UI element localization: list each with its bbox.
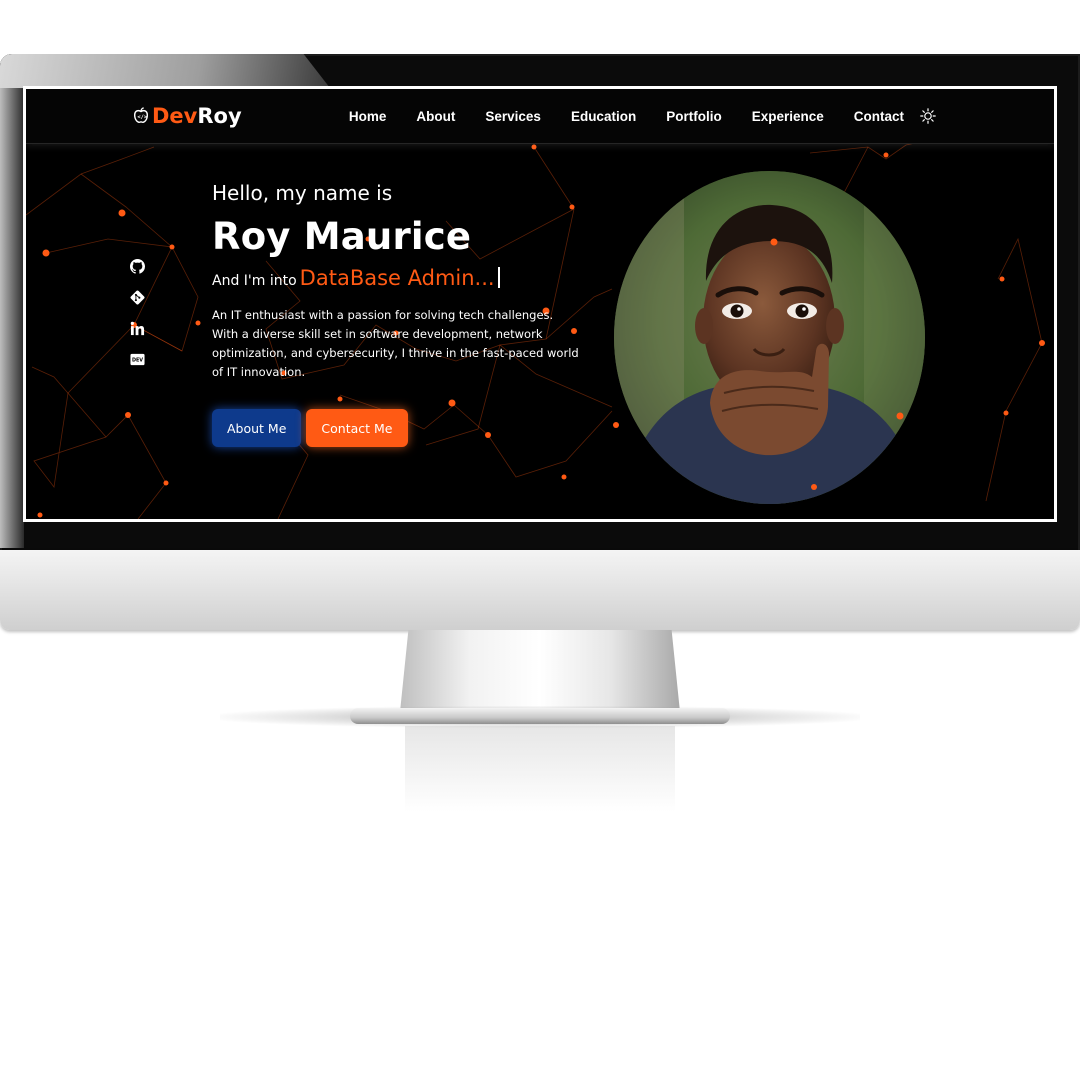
sun-icon[interactable] (920, 108, 936, 124)
monitor-stand-neck (400, 630, 680, 712)
social-links: DEV (130, 259, 145, 383)
bezel-side-glare (0, 88, 24, 548)
nav-link-education[interactable]: Education (571, 109, 636, 124)
git-icon[interactable] (130, 290, 145, 305)
hero-name: Roy Maurice (212, 215, 472, 258)
nav-link-about[interactable]: About (416, 109, 455, 124)
logo-text-roy: Roy (197, 104, 242, 128)
svg-text:</>: </> (137, 115, 147, 121)
navbar: </> Dev Roy Home About Services Education… (26, 89, 1054, 144)
typing-caret (497, 267, 500, 288)
github-icon[interactable] (130, 259, 145, 274)
site-logo[interactable]: </> Dev Roy (132, 104, 242, 128)
bezel-glare (0, 54, 330, 88)
linkedin-icon[interactable] (130, 321, 145, 336)
dev-to-icon[interactable]: DEV (130, 352, 145, 367)
nav-link-services[interactable]: Services (485, 109, 541, 124)
nav-link-experience[interactable]: Experience (752, 109, 824, 124)
profile-photo (614, 171, 925, 504)
profile-photo-illustration (614, 171, 925, 504)
monitor-stand-foot (350, 708, 730, 724)
hero-role-typed: DataBase Admin... (299, 266, 495, 290)
contact-me-button[interactable]: Contact Me (306, 409, 408, 447)
nav-link-portfolio[interactable]: Portfolio (666, 109, 722, 124)
mockup-stage: </> Dev Roy Home About Services Education… (0, 0, 1080, 1080)
monitor-chin (0, 550, 1080, 630)
hero-intro: Hello, my name is Roy Maurice And I'm in… (212, 181, 592, 447)
about-me-button[interactable]: About Me (212, 409, 302, 447)
hero-greeting: Hello, my name is (212, 181, 393, 205)
nav-menu: Home About Services Education Portfolio … (319, 89, 936, 143)
svg-text:DEV: DEV (132, 358, 143, 364)
nav-link-home[interactable]: Home (349, 109, 387, 124)
logo-text-dev: Dev (152, 104, 198, 128)
stand-reflection (405, 726, 675, 812)
hero-role-line: And I'm into DataBase Admin... (212, 266, 592, 290)
hero-bio: An IT enthusiast with a passion for solv… (212, 308, 579, 379)
hero-role-prefix: And I'm into (212, 273, 297, 289)
hero-buttons: About Me Contact Me (212, 409, 592, 447)
nav-link-contact[interactable]: Contact (854, 109, 904, 124)
monitor-screen: </> Dev Roy Home About Services Education… (23, 86, 1057, 522)
apple-code-icon: </> (133, 107, 149, 124)
